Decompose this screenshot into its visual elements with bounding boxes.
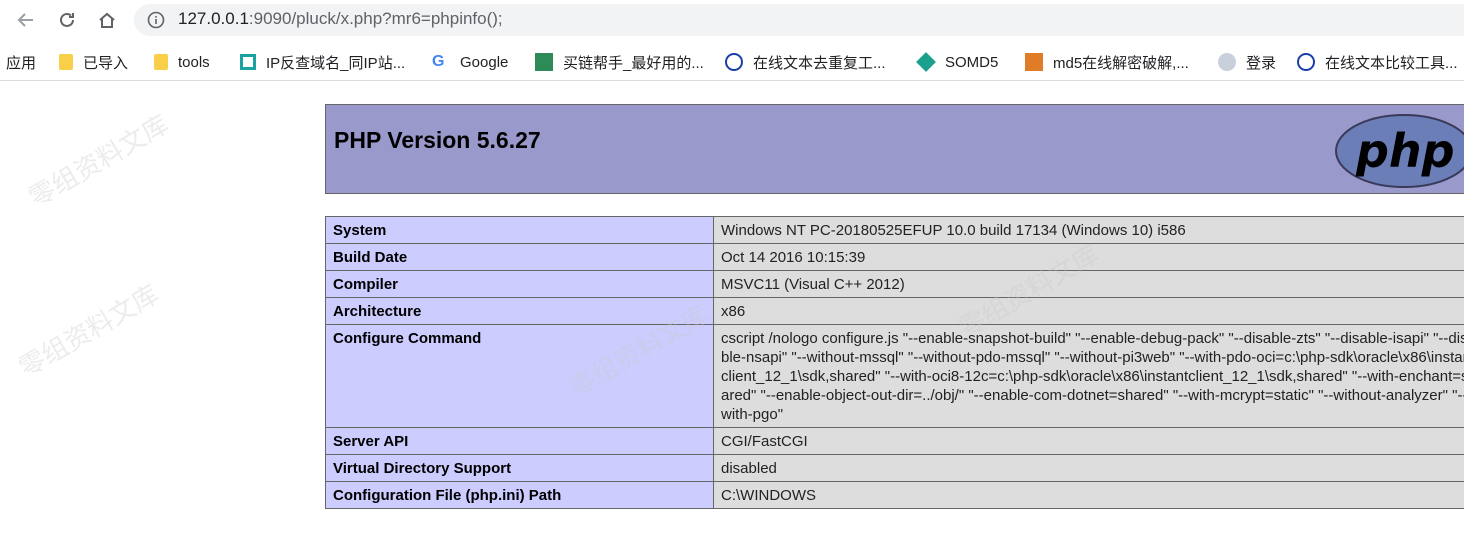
row-value: cscript /nologo configure.js "--enable-s… (713, 324, 1464, 428)
bookmark-link-helper[interactable]: 买链帮手_最好用的... (535, 52, 704, 72)
info-icon[interactable] (147, 11, 165, 29)
bookmark-imported[interactable]: 已导入 (59, 52, 128, 72)
table-row: System Windows NT PC-20180525EFUP 10.0 b… (325, 216, 1464, 244)
row-key: Architecture (325, 297, 714, 325)
row-value: CGI/FastCGI (713, 427, 1464, 455)
back-arrow-icon (17, 13, 33, 27)
text-compare-icon (1297, 53, 1315, 71)
page-title: PHP Version 5.6.27 (334, 127, 541, 153)
row-key: Server API (325, 427, 714, 455)
home-icon (99, 12, 115, 28)
row-value: MSVC11 (Visual C++ 2012) (713, 270, 1464, 298)
bookmark-text-dedupe[interactable]: 在线文本去重复工... (725, 52, 886, 72)
row-value: C:\WINDOWS (713, 481, 1464, 509)
bookmark-text-compare[interactable]: 在线文本比较工具... (1297, 52, 1458, 72)
table-row: Compiler MSVC11 (Visual C++ 2012) (325, 270, 1464, 298)
ip-site-icon (240, 54, 256, 70)
row-key: Configuration File (php.ini) Path (325, 481, 714, 509)
row-value: Windows NT PC-20180525EFUP 10.0 build 17… (713, 216, 1464, 244)
table-row: Configure Command cscript /nologo config… (325, 324, 1464, 428)
bookmark-apps[interactable]: 应用 (6, 52, 36, 72)
php-info-table: System Windows NT PC-20180525EFUP 10.0 b… (325, 216, 1464, 509)
bookmark-google[interactable]: G Google (432, 52, 508, 72)
page-content: PHP Version 5.6.27 php System Windows NT… (0, 81, 1464, 534)
reload-button[interactable] (55, 8, 79, 32)
bookmark-tools[interactable]: tools (154, 52, 210, 72)
bookmark-label: 已导入 (83, 54, 129, 72)
table-row: Virtual Directory Support disabled (325, 454, 1464, 482)
somd5-icon (916, 52, 936, 72)
row-value: Oct 14 2016 10:15:39 (713, 243, 1464, 271)
bookmark-somd5[interactable]: SOMD5 (916, 52, 999, 72)
bookmark-label: md5在线解密破解,... (1053, 54, 1189, 72)
row-key: Compiler (325, 270, 714, 298)
url-text[interactable]: 127.0.0.1:9090/pluck/x.php?mr6=phpinfo()… (178, 9, 503, 29)
bookmark-label: Google (460, 53, 509, 71)
watermark-text: 零组资料文库 (24, 109, 175, 214)
back-button[interactable] (14, 8, 38, 32)
row-value: x86 (713, 297, 1464, 325)
text-tool-icon (725, 53, 743, 71)
bookmarks-bar: 应用 已导入 tools IP反查域名_同IP站... G Google 买链帮… (0, 44, 1464, 81)
bookmark-md5[interactable]: md5在线解密破解,... (1025, 52, 1189, 72)
table-row: Build Date Oct 14 2016 10:15:39 (325, 243, 1464, 271)
bookmark-label: 在线文本比较工具... (1325, 54, 1458, 72)
row-key: System (325, 216, 714, 244)
php-logo-icon: php (1335, 114, 1464, 188)
bookmark-login[interactable]: 登录 (1218, 52, 1276, 72)
address-bar-area: 127.0.0.1:9090/pluck/x.php?mr6=phpinfo()… (0, 0, 1464, 40)
bookmark-label: SOMD5 (945, 53, 999, 71)
svg-text:php: php (1355, 124, 1455, 178)
reload-icon (60, 12, 74, 27)
bookmark-label: 在线文本去重复工... (753, 54, 886, 72)
link-helper-icon (535, 53, 553, 71)
row-value: disabled (713, 454, 1464, 482)
home-button[interactable] (95, 8, 119, 32)
google-icon: G (432, 53, 445, 70)
url-host: 127.0.0.1 (178, 9, 249, 28)
phpinfo-header: PHP Version 5.6.27 php (325, 104, 1464, 194)
bookmark-label: 应用 (6, 54, 37, 72)
table-row: Server API CGI/FastCGI (325, 427, 1464, 455)
folder-icon (154, 54, 168, 70)
row-key: Virtual Directory Support (325, 454, 714, 482)
row-key: Configure Command (325, 324, 714, 428)
url-path: :9090/pluck/x.php?mr6=phpinfo(); (248, 9, 503, 28)
bookmark-label: tools (178, 53, 210, 71)
md5-icon (1025, 53, 1043, 71)
bookmark-label: 买链帮手_最好用的... (563, 54, 704, 72)
bookmark-label: 登录 (1246, 54, 1277, 72)
login-icon (1218, 53, 1236, 71)
table-row: Configuration File (php.ini) Path C:\WIN… (325, 481, 1464, 509)
watermark-text: 零组资料文库 (14, 279, 165, 384)
bookmark-ip-lookup[interactable]: IP反查域名_同IP站... (240, 52, 405, 72)
folder-icon (59, 54, 73, 70)
row-key: Build Date (325, 243, 714, 271)
bookmark-label: IP反查域名_同IP站... (266, 54, 406, 72)
table-row: Architecture x86 (325, 297, 1464, 325)
